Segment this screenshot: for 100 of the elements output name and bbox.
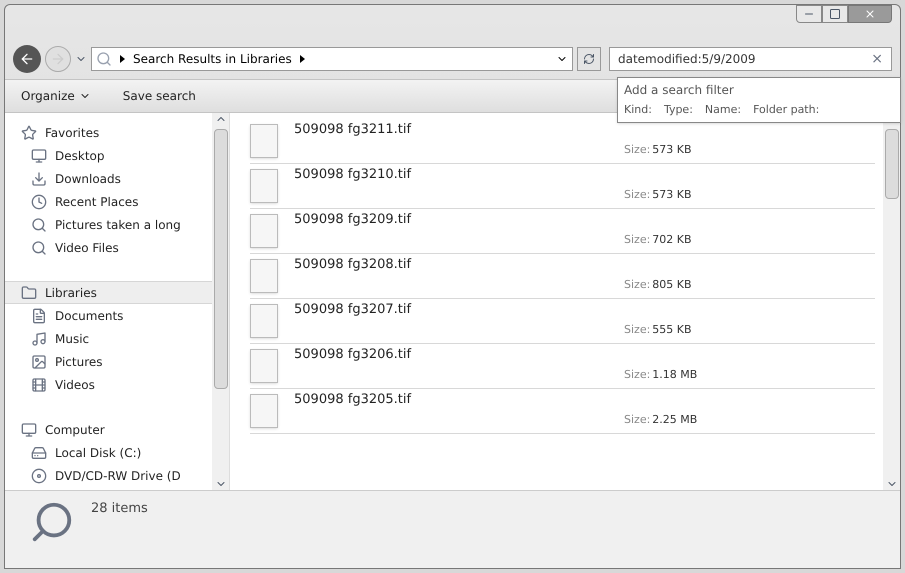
- file-thumbnail: [250, 349, 278, 383]
- file-name: 509098 fg3211.tif: [294, 122, 412, 138]
- file-size: 573 KB: [652, 188, 692, 202]
- video-icon: [31, 376, 47, 392]
- sidebar-item-label: Downloads: [55, 170, 121, 188]
- file-size: 702 KB: [652, 233, 692, 247]
- sidebar-item-label: Documents: [55, 308, 124, 324]
- search-icon: [31, 216, 47, 232]
- sidebar-item-label: Recent Places: [55, 194, 138, 210]
- sidebar-item[interactable]: Local Disk (C:): [5, 441, 212, 464]
- file-row[interactable]: 509098 fg3206.tif Size: 1.18 MB: [250, 344, 875, 389]
- filter-link[interactable]: Name:: [704, 102, 742, 118]
- sidebar-item-label: Video Files: [55, 240, 119, 256]
- sidebar-item[interactable]: Recent Places: [5, 190, 212, 213]
- toolbar-button[interactable]: Save search: [118, 87, 200, 105]
- filter-link[interactable]: Folder path:: [753, 102, 820, 118]
- sidebar-item-label: DVD/CD-RW Drive (D: [55, 468, 181, 484]
- file-name: 509098 fg3210.tif: [294, 167, 412, 183]
- size-label: Size:: [624, 323, 650, 337]
- refresh-button[interactable]: [577, 47, 601, 71]
- recent-icon: [31, 194, 47, 210]
- sidebar-item[interactable]: Music: [5, 327, 212, 350]
- sidebar-item[interactable]: DVD/CD-RW Drive (D: [5, 464, 212, 487]
- breadcrumb-arrow-icon: [120, 55, 125, 63]
- search-filter-title: Add a search filter: [624, 82, 735, 99]
- file-thumbnail: [250, 124, 278, 158]
- star-icon: [21, 124, 37, 140]
- file-thumbnail: [250, 214, 278, 248]
- file-size: 555 KB: [652, 323, 692, 337]
- sidebar-item[interactable]: Pictures: [5, 350, 212, 373]
- clear-search-button[interactable]: ×: [871, 48, 883, 70]
- scrollbar[interactable]: [212, 113, 229, 490]
- file-thumbnail: [250, 394, 278, 428]
- file-row[interactable]: 509098 fg3205.tif Size: 2.25 MB: [250, 389, 875, 434]
- search-query: datemodified:5/9/2009: [618, 51, 757, 68]
- file-name: 509098 fg3206.tif: [294, 347, 412, 363]
- file-size: 573 KB: [652, 143, 692, 157]
- size-label: Size:: [624, 278, 650, 292]
- back-button[interactable]: [13, 45, 41, 73]
- file-size: 1.18 MB: [652, 368, 698, 382]
- computer-icon: [21, 422, 37, 438]
- close-icon: [864, 8, 876, 20]
- item-count: 28 items: [91, 500, 148, 518]
- sidebar-item[interactable]: Documents: [5, 304, 212, 327]
- size-label: Size:: [624, 233, 650, 247]
- sidebar-group-label: Computer: [45, 422, 105, 438]
- file-row[interactable]: 509098 fg3209.tif Size: 702 KB: [250, 209, 875, 254]
- scrollbar-thumb[interactable]: [214, 129, 228, 389]
- sidebar-item-label: Pictures: [55, 354, 103, 370]
- desktop-icon: [31, 148, 47, 164]
- download-icon: [31, 170, 47, 186]
- maximize-button[interactable]: [822, 5, 848, 23]
- file-name: 509098 fg3207.tif: [294, 302, 412, 318]
- file-size: 805 KB: [652, 278, 692, 292]
- sidebar-group[interactable]: Computer: [5, 418, 212, 441]
- file-name: 509098 fg3209.tif: [294, 212, 412, 228]
- refresh-icon: [583, 53, 595, 65]
- minimize-button[interactable]: [796, 5, 822, 23]
- file-name: 509098 fg3205.tif: [294, 392, 412, 408]
- sidebar-group[interactable]: Favorites: [5, 121, 212, 144]
- sidebar-item-label: Music: [55, 330, 90, 348]
- sidebar-group[interactable]: Libraries: [5, 281, 212, 304]
- file-thumbnail: [250, 259, 278, 293]
- sidebar-group-label: Libraries: [45, 284, 97, 302]
- size-label: Size:: [624, 143, 650, 157]
- breadcrumb-arrow-icon: [300, 55, 305, 63]
- maximize-icon: [829, 8, 841, 20]
- file-thumbnail: [250, 169, 278, 203]
- address-bar[interactable]: Search Results in Libraries: [91, 47, 573, 71]
- sidebar-item-label: Desktop: [55, 148, 104, 164]
- sidebar-item[interactable]: Video Files: [5, 236, 212, 259]
- filter-link[interactable]: Kind:: [624, 102, 652, 118]
- scrollbar-thumb[interactable]: [884, 129, 898, 199]
- dvd-icon: [31, 468, 47, 484]
- file-name: 509098 fg3208.tif: [294, 257, 412, 273]
- file-row[interactable]: 509098 fg3208.tif Size: 805 KB: [250, 254, 875, 299]
- search-icon: [31, 240, 47, 256]
- music-icon: [31, 330, 47, 346]
- sidebar-group-label: Favorites: [45, 124, 100, 142]
- document-icon: [31, 308, 47, 324]
- picture-icon: [31, 354, 47, 370]
- search-field[interactable]: datemodified:5/9/2009 ×: [609, 47, 892, 71]
- search-icon: [96, 51, 112, 67]
- close-button[interactable]: [848, 5, 892, 23]
- file-row[interactable]: 509098 fg3210.tif Size: 573 KB: [250, 164, 875, 209]
- sidebar-item-label: Local Disk (C:): [55, 444, 142, 462]
- file-thumbnail: [250, 304, 278, 338]
- sidebar-item[interactable]: Pictures taken a long: [5, 213, 212, 236]
- library-icon: [21, 284, 37, 300]
- sidebar-item-label: Pictures taken a long: [55, 216, 181, 234]
- forward-arrow-icon: [50, 51, 66, 67]
- sidebar-item[interactable]: Desktop: [5, 144, 212, 167]
- sidebar-item[interactable]: Downloads: [5, 167, 212, 190]
- filter-link[interactable]: Type:: [664, 102, 693, 118]
- breadcrumb[interactable]: Search Results in Libraries: [133, 50, 292, 68]
- sidebar-item[interactable]: Videos: [5, 373, 212, 396]
- toolbar-button[interactable]: Organize: [17, 87, 95, 105]
- file-row[interactable]: 509098 fg3207.tif Size: 555 KB: [250, 299, 875, 344]
- size-label: Size:: [624, 413, 650, 427]
- file-size: 2.25 MB: [652, 413, 698, 427]
